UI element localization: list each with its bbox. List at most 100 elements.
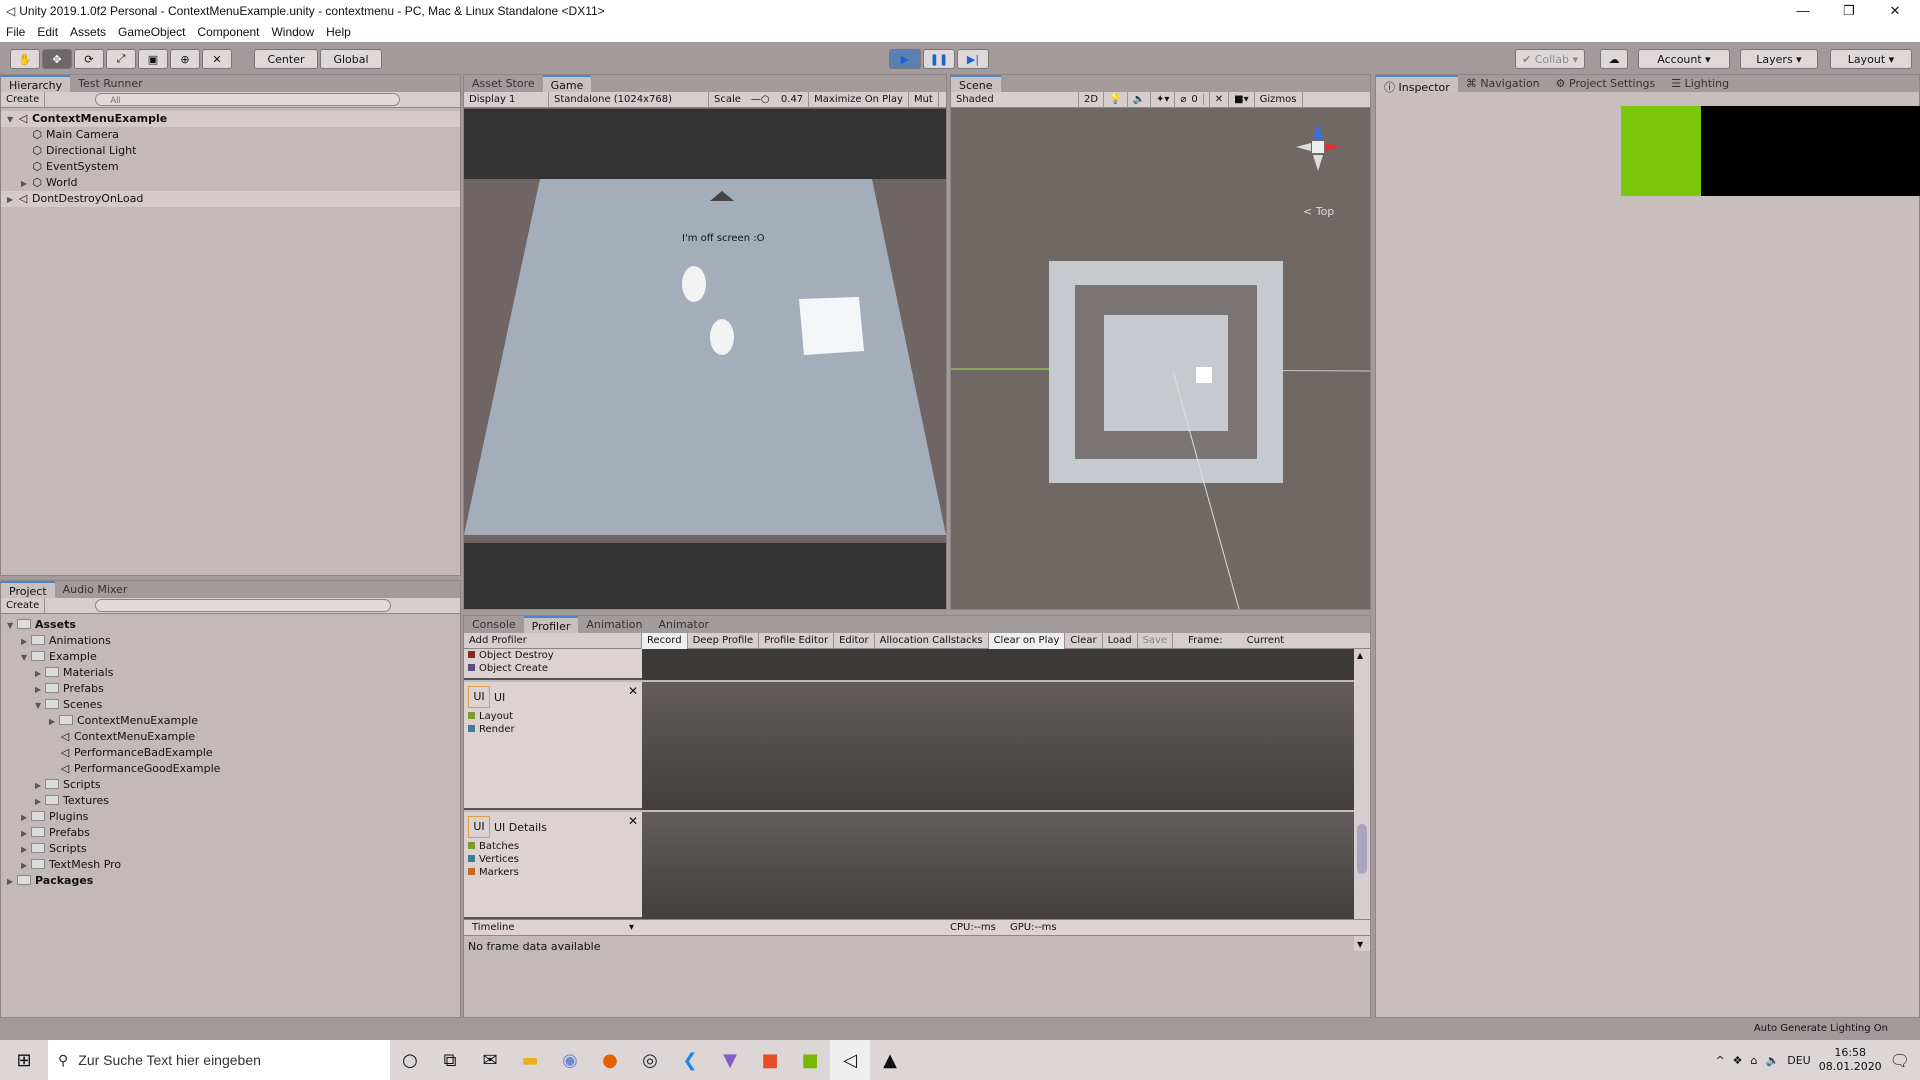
transform-tool-icon[interactable]: ⊕ — [170, 49, 200, 69]
tray-chevron-icon[interactable]: ^ — [1715, 1054, 1724, 1067]
project-search-input[interactable] — [95, 599, 392, 612]
photos-icon[interactable]: ▲ — [870, 1040, 910, 1080]
tab-inspector[interactable]: ⓘ Inspector — [1376, 75, 1458, 94]
pivot-global-button[interactable]: Global — [320, 49, 382, 69]
collapsed-arrow-icon[interactable]: ▶ — [49, 714, 59, 730]
tree-item[interactable]: ◁ ContextMenuExample — [1, 729, 460, 745]
mute-toggle[interactable]: Mut — [909, 91, 939, 108]
custom-tool-icon[interactable]: ✕ — [202, 49, 232, 69]
display-dropdown[interactable]: Display 1 — [464, 91, 549, 108]
layout-dropdown[interactable]: Layout ▾ — [1830, 49, 1912, 69]
expanded-arrow-icon[interactable]: ▼ — [21, 650, 31, 666]
hidden-objects-count[interactable]: ⌀ 0 — [1175, 91, 1210, 108]
unity-taskbar-icon[interactable]: ◁ — [830, 1040, 870, 1080]
camera-dropdown-icon[interactable]: ■▾ — [1229, 91, 1255, 108]
collapsed-arrow-icon[interactable]: ▶ — [21, 810, 31, 826]
add-profiler-dropdown[interactable]: Add Profiler — [464, 632, 642, 649]
tree-item[interactable]: ◁ PerformanceGoodExample — [1, 761, 460, 777]
tree-item[interactable]: ▶ Scripts — [1, 777, 460, 793]
account-dropdown[interactable]: Account ▾ — [1638, 49, 1730, 69]
view-mode-dropdown[interactable]: Timeline ▾ — [472, 922, 634, 933]
task-view-icon[interactable]: ⧉ — [430, 1040, 470, 1080]
tree-item[interactable]: ⬡ EventSystem — [1, 159, 460, 175]
expanded-arrow-icon[interactable]: ▼ — [7, 112, 17, 128]
deep-profile-button[interactable]: Deep Profile — [688, 632, 760, 649]
lighting-toggle-icon[interactable]: 💡 — [1104, 91, 1128, 108]
expanded-arrow-icon[interactable]: ▼ — [7, 618, 17, 634]
windows-start-icon[interactable]: ⊞ — [0, 1040, 48, 1080]
load-button[interactable]: Load — [1103, 632, 1138, 649]
volume-icon[interactable]: 🔈 — [1766, 1054, 1780, 1067]
editor-dropdown[interactable]: Editor — [834, 632, 875, 649]
collapsed-arrow-icon[interactable]: ▶ — [7, 874, 17, 890]
tree-item[interactable]: ▶ Textures — [1, 793, 460, 809]
pause-button[interactable]: ❚❚ — [923, 49, 955, 69]
close-button[interactable]: ✕ — [1872, 0, 1918, 22]
collapsed-arrow-icon[interactable]: ▶ — [21, 634, 31, 650]
tree-item[interactable]: ▶ ⬡ World — [1, 175, 460, 191]
collapsed-arrow-icon[interactable]: ▶ — [35, 682, 45, 698]
cloud-icon[interactable]: ☁ — [1600, 49, 1628, 69]
tree-item[interactable]: ◁ PerformanceBadExample — [1, 745, 460, 761]
scale-slider[interactable]: —○— — [746, 92, 776, 121]
clear-on-play-toggle[interactable]: Clear on Play — [988, 632, 1066, 649]
profiler-module[interactable]: UI UI ✕ Layout Render — [464, 682, 642, 810]
vscode-icon[interactable]: ❮ — [670, 1040, 710, 1080]
2d-toggle[interactable]: 2D — [1079, 91, 1105, 108]
menu-window[interactable]: Window — [265, 25, 320, 39]
tab-test-runner[interactable]: Test Runner — [70, 75, 151, 92]
menu-help[interactable]: Help — [320, 25, 357, 39]
tab-lighting[interactable]: ☰ Lighting — [1663, 75, 1737, 92]
obs-icon[interactable]: ■ — [750, 1040, 790, 1080]
scrollbar-thumb[interactable] — [1357, 824, 1367, 874]
firefox-icon[interactable]: ● — [590, 1040, 630, 1080]
clear-button[interactable]: Clear — [1065, 632, 1103, 649]
collapsed-arrow-icon[interactable]: ▶ — [35, 794, 45, 810]
close-module-icon[interactable]: ✕ — [628, 684, 638, 698]
layers-dropdown[interactable]: Layers ▾ — [1740, 49, 1818, 69]
collapsed-arrow-icon[interactable]: ▶ — [35, 778, 45, 794]
audio-toggle-icon[interactable]: 🔈 — [1128, 91, 1151, 108]
close-module-icon[interactable]: ✕ — [628, 814, 638, 828]
tree-item[interactable]: ▼ Example — [1, 649, 460, 665]
tree-item[interactable]: ▶ Plugins — [1, 809, 460, 825]
collapsed-arrow-icon[interactable]: ▶ — [21, 826, 31, 842]
tree-item[interactable]: ▼ Scenes — [1, 697, 460, 713]
tab-game[interactable]: Game — [542, 75, 592, 92]
tab-console[interactable]: Console — [464, 616, 524, 633]
tab-navigation[interactable]: ⌘ Navigation — [1458, 75, 1548, 92]
profiler-chart[interactable] — [642, 682, 1354, 810]
language-indicator[interactable]: DEU — [1787, 1054, 1810, 1067]
notifications-icon[interactable]: 🗨 — [1890, 1051, 1910, 1070]
collapsed-arrow-icon[interactable]: ▶ — [7, 192, 17, 208]
current-frame-button[interactable]: Current — [1242, 633, 1290, 649]
tree-item[interactable]: ⬡ Directional Light — [1, 143, 460, 159]
tree-item[interactable]: ▶ Materials — [1, 665, 460, 681]
gizmos-dropdown[interactable]: Gizmos — [1255, 91, 1303, 108]
resolution-dropdown[interactable]: Standalone (1024x768) — [549, 91, 709, 108]
rotate-tool-icon[interactable]: ⟳ — [74, 49, 104, 69]
project-create-dropdown[interactable]: Create — [1, 597, 46, 614]
shading-dropdown[interactable]: Shaded — [951, 91, 1079, 108]
effects-dropdown-icon[interactable]: ✦▾ — [1151, 91, 1176, 108]
step-button[interactable]: ▶| — [957, 49, 989, 69]
visual-studio-icon[interactable]: ▼ — [710, 1040, 750, 1080]
record-button[interactable]: Record — [642, 632, 688, 649]
allocation-callstacks-dropdown[interactable]: Allocation Callstacks — [875, 632, 989, 649]
tree-item[interactable]: ▶ Prefabs — [1, 825, 460, 841]
tree-item[interactable]: ▶ Packages — [1, 873, 460, 889]
collab-dropdown[interactable]: ✔ Collab ▾ — [1515, 49, 1585, 69]
network-icon[interactable]: ⌂ — [1751, 1054, 1758, 1067]
hand-tool-icon[interactable]: ✋ — [10, 49, 40, 69]
tab-animation[interactable]: Animation — [578, 616, 650, 633]
module-series[interactable]: Batches — [468, 840, 519, 853]
create-dropdown[interactable]: Create — [1, 91, 46, 108]
tree-item[interactable]: ▶ ContextMenuExample — [1, 713, 460, 729]
tab-asset-store[interactable]: Asset Store — [464, 75, 543, 92]
profiler-chart[interactable] — [642, 812, 1354, 919]
view-label[interactable]: < Top — [1303, 205, 1334, 218]
tree-item[interactable]: ▶ ◁ DontDestroyOnLoad — [1, 191, 460, 207]
clock[interactable]: 16:58 08.01.2020 — [1819, 1046, 1882, 1074]
scale-tool-icon[interactable]: ⤢ — [106, 49, 136, 69]
module-series[interactable]: Render — [468, 723, 515, 736]
